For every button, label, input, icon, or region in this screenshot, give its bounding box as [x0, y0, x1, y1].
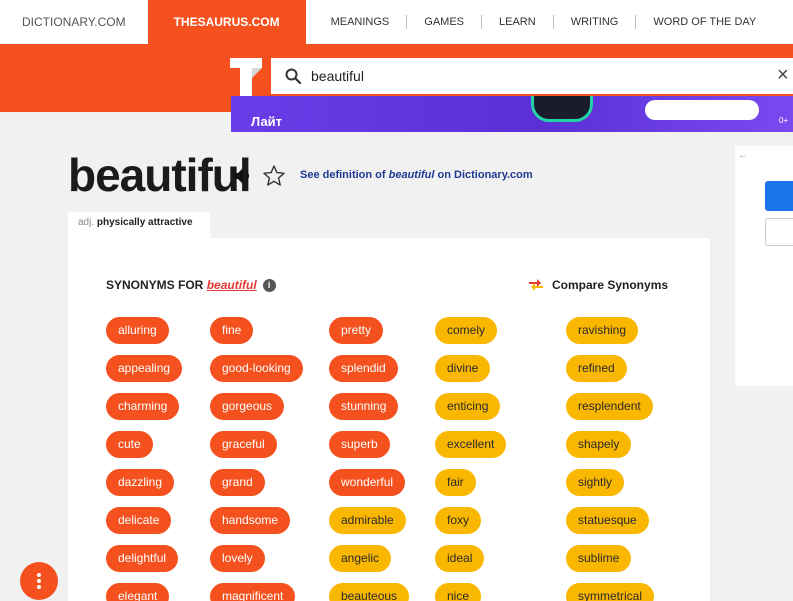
search-bar: ×: [271, 58, 793, 94]
synonym-chip[interactable]: beauteous: [329, 583, 410, 601]
search-icon[interactable]: [285, 68, 301, 84]
entry-word: beautiful: [68, 149, 252, 201]
side-blue-button[interactable]: [765, 181, 793, 211]
synonym-chip[interactable]: sightly: [566, 469, 625, 496]
synonym-chip[interactable]: shapely: [566, 431, 632, 458]
synonym-chip[interactable]: fine: [210, 317, 254, 344]
ad-button[interactable]: [645, 100, 759, 120]
synonym-chip[interactable]: delicate: [106, 507, 172, 534]
synonym-chip[interactable]: good-looking: [210, 355, 303, 382]
synonym-chip[interactable]: elegant: [106, 583, 170, 601]
synonym-chip[interactable]: ideal: [435, 545, 485, 572]
more-button[interactable]: [20, 562, 58, 600]
synonym-chip[interactable]: gorgeous: [210, 393, 285, 420]
nav-dictionary[interactable]: DICTIONARY.COM: [0, 0, 148, 44]
synonyms-header: SYNONYMS FOR beautiful i: [106, 278, 276, 293]
nav-learn[interactable]: LEARN: [482, 15, 554, 29]
synonym-chip[interactable]: wonderful: [329, 469, 406, 496]
back-icon[interactable]: ←: [738, 150, 748, 161]
side-panel: ←: [735, 146, 793, 386]
nav-games[interactable]: GAMES: [407, 15, 483, 29]
synonym-chip[interactable]: stunning: [329, 393, 399, 420]
synonym-chip[interactable]: sublime: [566, 545, 632, 572]
synonym-chip[interactable]: grand: [210, 469, 265, 496]
info-icon[interactable]: i: [262, 279, 276, 293]
logo-t-icon[interactable]: [228, 56, 264, 98]
compare-synonyms-label: Compare Synonyms: [552, 278, 669, 292]
sense-tab[interactable]: adj. physically attractive: [68, 212, 210, 238]
compare-arrows-icon: [529, 279, 543, 291]
ad-age-rating: 0+: [779, 116, 789, 125]
part-of-speech: adj.: [78, 217, 95, 228]
synonym-chip[interactable]: comely: [435, 317, 498, 344]
synonym-chip[interactable]: superb: [329, 431, 390, 458]
synonyms-header-prefix: SYNONYMS FOR: [106, 278, 207, 292]
definition-link-prefix: See definition of: [300, 169, 389, 181]
sense-definition: physically attractive: [96, 217, 193, 228]
synonym-chip[interactable]: statuesque: [566, 507, 649, 534]
close-icon[interactable]: ×: [777, 64, 789, 86]
synonym-chip[interactable]: appealing: [106, 355, 183, 382]
compare-synonyms-button[interactable]: Compare Synonyms: [528, 278, 668, 292]
nav-menu: MEANINGS GAMES LEARN WRITING WORD OF THE…: [314, 15, 774, 29]
nav-word-of-the-day[interactable]: WORD OF THE DAY: [636, 15, 773, 29]
synonym-chip[interactable]: lovely: [210, 545, 265, 572]
synonym-chip[interactable]: ravishing: [566, 317, 639, 344]
synonym-chip[interactable]: alluring: [106, 317, 169, 344]
definition-link[interactable]: See definition of beautiful on Dictionar…: [300, 169, 533, 181]
synonym-chip[interactable]: delightful: [106, 545, 179, 572]
star-icon[interactable]: [262, 164, 286, 188]
synonym-chip[interactable]: nice: [435, 583, 482, 601]
synonym-chip[interactable]: admirable: [329, 507, 406, 534]
synonym-chip[interactable]: dazzling: [106, 469, 175, 496]
nav-writing[interactable]: WRITING: [554, 15, 637, 29]
synonym-chip[interactable]: cute: [106, 431, 153, 458]
synonym-chip[interactable]: graceful: [210, 431, 277, 458]
synonym-chip[interactable]: foxy: [435, 507, 482, 534]
synonym-chip[interactable]: symmetrical: [566, 583, 655, 601]
side-white-button[interactable]: [765, 218, 793, 246]
synonym-chip[interactable]: excellent: [435, 431, 507, 458]
synonyms-header-word[interactable]: beautiful: [207, 278, 257, 292]
ad-banner[interactable]: Лайт 0+: [231, 96, 793, 132]
ad-graphic: [531, 96, 593, 122]
synonym-chip[interactable]: enticing: [435, 393, 501, 420]
synonym-chip[interactable]: charming: [106, 393, 180, 420]
synonym-chip[interactable]: divine: [435, 355, 491, 382]
definition-link-word: beautiful: [388, 169, 435, 181]
synonyms-card: SYNONYMS FOR beautiful i Compare Synonyms…: [68, 238, 710, 601]
speaker-icon[interactable]: [231, 166, 253, 186]
nav-meanings[interactable]: MEANINGS: [314, 15, 408, 29]
top-nav: DICTIONARY.COM THESAURUS.COM MEANINGS GA…: [0, 0, 793, 44]
synonym-chip[interactable]: resplendent: [566, 393, 653, 420]
synonym-chip[interactable]: pretty: [329, 317, 384, 344]
synonym-chip[interactable]: refined: [566, 355, 627, 382]
nav-thesaurus[interactable]: THESAURUS.COM: [147, 0, 306, 44]
search-input[interactable]: [311, 68, 751, 84]
synonym-chip[interactable]: fair: [435, 469, 476, 496]
page: DICTIONARY.COM THESAURUS.COM MEANINGS GA…: [0, 0, 793, 601]
synonym-chip[interactable]: splendid: [329, 355, 398, 382]
definition-link-suffix: on Dictionary.com: [434, 169, 533, 181]
synonym-chip[interactable]: angelic: [329, 545, 392, 572]
more-vertical-icon: [37, 573, 41, 589]
ad-text: Лайт: [251, 114, 283, 129]
synonym-chip[interactable]: magnificent: [210, 583, 296, 601]
synonym-chip[interactable]: handsome: [210, 507, 291, 534]
